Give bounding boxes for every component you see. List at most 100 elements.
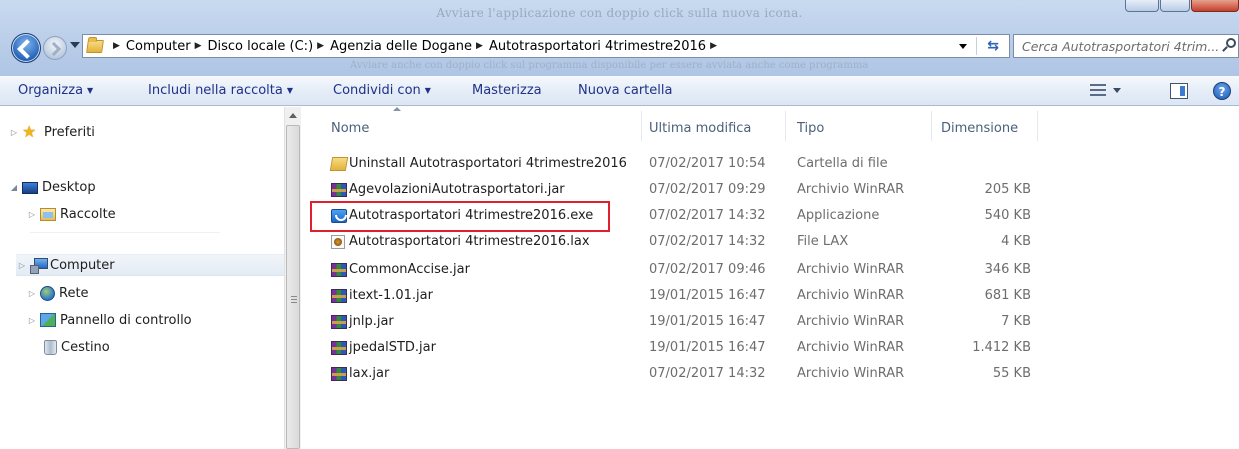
- expand-icon[interactable]: ▷: [26, 289, 38, 298]
- window-title-faint: Avviare l'applicazione con doppio click …: [436, 6, 803, 20]
- chevron-right-icon[interactable]: ▶: [476, 41, 483, 51]
- recycle-bin-icon: [44, 339, 57, 355]
- views-dropdown-icon[interactable]: [1113, 88, 1121, 93]
- file-modified: 07/02/2017 09:46: [649, 262, 766, 277]
- desktop-icon: [22, 181, 38, 194]
- file-modified: 07/02/2017 09:29: [649, 182, 766, 197]
- preview-pane-icon[interactable]: [1170, 83, 1188, 99]
- column-divider[interactable]: [785, 111, 786, 141]
- expand-icon[interactable]: ▷: [16, 261, 28, 270]
- expand-icon[interactable]: ▷: [26, 316, 38, 325]
- file-name: Uninstall Autotrasportatori 4trimestre20…: [349, 156, 627, 171]
- sidebar-item-network[interactable]: ▷ Rete: [26, 282, 89, 304]
- column-header-modified[interactable]: Ultima modifica: [649, 121, 751, 136]
- column-header-type[interactable]: Tipo: [797, 121, 824, 136]
- file-name: itext-1.01.jar: [349, 288, 433, 303]
- sidebar-item-computer[interactable]: ▷ Computer: [16, 254, 285, 276]
- breadcrumb-disk[interactable]: Disco locale (C:): [207, 39, 313, 54]
- search-icon[interactable]: [1226, 38, 1236, 48]
- chevron-down-icon: ▼: [286, 86, 294, 95]
- file-name: Autotrasportatori 4trimestre2016.lax: [349, 234, 590, 249]
- close-button[interactable]: [1191, 0, 1239, 12]
- file-modified: 07/02/2017 14:32: [649, 366, 766, 381]
- file-size: 346 KB: [984, 262, 1031, 277]
- search-box[interactable]: Cerca Autotrasportatori 4trim...: [1013, 34, 1239, 58]
- help-icon[interactable]: ?: [1213, 82, 1231, 100]
- maximize-button[interactable]: [1160, 0, 1190, 12]
- sidebar-item-desktop[interactable]: ◢ Desktop: [8, 176, 96, 198]
- sidebar-scrollbar[interactable]: [284, 107, 301, 449]
- file-size: 4 KB: [1001, 234, 1031, 249]
- breadcrumb-current-folder[interactable]: Autotrasportatori 4trimestre2016: [489, 39, 706, 54]
- file-type: Archivio WinRAR: [797, 262, 905, 277]
- organize-label: Organizza: [18, 83, 84, 98]
- recent-pages-dropdown[interactable]: [70, 42, 80, 48]
- column-divider[interactable]: [931, 111, 932, 141]
- column-header-name[interactable]: Nome: [331, 121, 369, 136]
- address-bar[interactable]: ▶ Computer ▶ Disco locale (C:) ▶ Agenzia…: [82, 34, 1010, 58]
- chevron-right-icon[interactable]: ▶: [195, 41, 202, 51]
- file-row[interactable]: jpedalSTD.jar 19/01/2015 16:47 Archivio …: [301, 336, 1041, 360]
- chevron-right-icon[interactable]: ▶: [317, 41, 324, 51]
- file-row[interactable]: CommonAccise.jar 07/02/2017 09:46 Archiv…: [301, 258, 1041, 282]
- new-folder-button[interactable]: Nuova cartella: [578, 83, 672, 98]
- expand-icon[interactable]: ▷: [8, 128, 20, 137]
- breadcrumb-computer[interactable]: Computer: [126, 39, 191, 54]
- scrollbar-thumb[interactable]: [286, 125, 300, 449]
- sidebar-item-libraries[interactable]: ▷ Raccolte: [26, 203, 116, 225]
- share-label: Condividi con: [333, 83, 421, 98]
- column-divider[interactable]: [1037, 111, 1038, 141]
- refresh-icon[interactable]: ⇆: [987, 38, 999, 54]
- file-type: Applicazione: [797, 208, 880, 223]
- forward-button[interactable]: [43, 36, 67, 60]
- file-name: jpedalSTD.jar: [349, 340, 436, 355]
- file-row[interactable]: itext-1.01.jar 19/01/2015 16:47 Archivio…: [301, 284, 1041, 308]
- search-input[interactable]: Cerca Autotrasportatori 4trim...: [1022, 39, 1222, 54]
- network-icon: [40, 285, 55, 301]
- sort-ascending-icon: [393, 107, 401, 111]
- file-row[interactable]: Uninstall Autotrasportatori 4trimestre20…: [301, 152, 1041, 176]
- expand-icon[interactable]: ▷: [26, 210, 38, 219]
- minimize-button[interactable]: [1125, 0, 1159, 12]
- file-list: Nome Ultima modifica Tipo Dimensione Uni…: [301, 107, 1239, 449]
- library-icon: [40, 207, 56, 221]
- address-dropdown-icon[interactable]: [959, 44, 967, 49]
- views-icon[interactable]: [1090, 83, 1106, 97]
- file-row[interactable]: jnlp.jar 19/01/2015 16:47 Archivio WinRA…: [301, 310, 1041, 334]
- column-divider[interactable]: [641, 111, 642, 141]
- file-type: Cartella di file: [797, 156, 888, 171]
- organize-button[interactable]: Organizza ▼: [18, 83, 93, 98]
- breadcrumb-agenzia[interactable]: Agenzia delle Dogane: [330, 39, 472, 54]
- sidebar-label: Computer: [50, 257, 115, 273]
- file-size: 1.412 KB: [972, 340, 1031, 355]
- window-subtitle-faint: Avviare anche con doppio click sul progr…: [350, 60, 869, 71]
- sidebar-label: Preferiti: [44, 124, 95, 140]
- chevron-right-icon[interactable]: ▶: [710, 41, 717, 51]
- file-name: CommonAccise.jar: [349, 262, 470, 277]
- file-name: AgevolazioniAutotrasportatori.jar: [349, 182, 565, 197]
- column-headers: Nome Ultima modifica Tipo Dimensione: [301, 107, 1041, 147]
- winrar-icon: [331, 367, 347, 381]
- file-row[interactable]: Autotrasportatori 4trimestre2016.lax 07/…: [301, 230, 1041, 254]
- back-button[interactable]: [11, 33, 41, 63]
- sidebar-item-control-panel[interactable]: ▷ Pannello di controllo: [26, 309, 192, 331]
- file-row[interactable]: AgevolazioniAutotrasportatori.jar 07/02/…: [301, 178, 1041, 202]
- file-type: Archivio WinRAR: [797, 182, 905, 197]
- file-type: Archivio WinRAR: [797, 366, 905, 381]
- file-row[interactable]: lax.jar 07/02/2017 14:32 Archivio WinRAR…: [301, 362, 1041, 386]
- scroll-up-icon[interactable]: [289, 113, 297, 118]
- navigation-pane: ▷ ★ Preferiti ◢ Desktop ▷ Raccolte ▷ Com…: [0, 107, 301, 449]
- column-header-size[interactable]: Dimensione: [941, 121, 1018, 136]
- burn-button[interactable]: Masterizza: [472, 83, 542, 98]
- share-with-button[interactable]: Condividi con ▼: [333, 83, 431, 98]
- sidebar-label: Rete: [59, 285, 89, 301]
- collapse-icon[interactable]: ◢: [8, 183, 20, 192]
- include-in-library-button[interactable]: Includi nella raccolta ▼: [148, 83, 293, 98]
- sidebar-item-recycle-bin[interactable]: Cestino: [38, 336, 110, 358]
- sidebar-label: Desktop: [42, 179, 96, 195]
- chevron-right-icon[interactable]: ▶: [113, 41, 120, 51]
- file-modified: 19/01/2015 16:47: [649, 314, 766, 329]
- grip-icon: [291, 296, 297, 303]
- file-name: lax.jar: [349, 366, 390, 381]
- sidebar-item-favorites[interactable]: ▷ ★ Preferiti: [8, 121, 95, 143]
